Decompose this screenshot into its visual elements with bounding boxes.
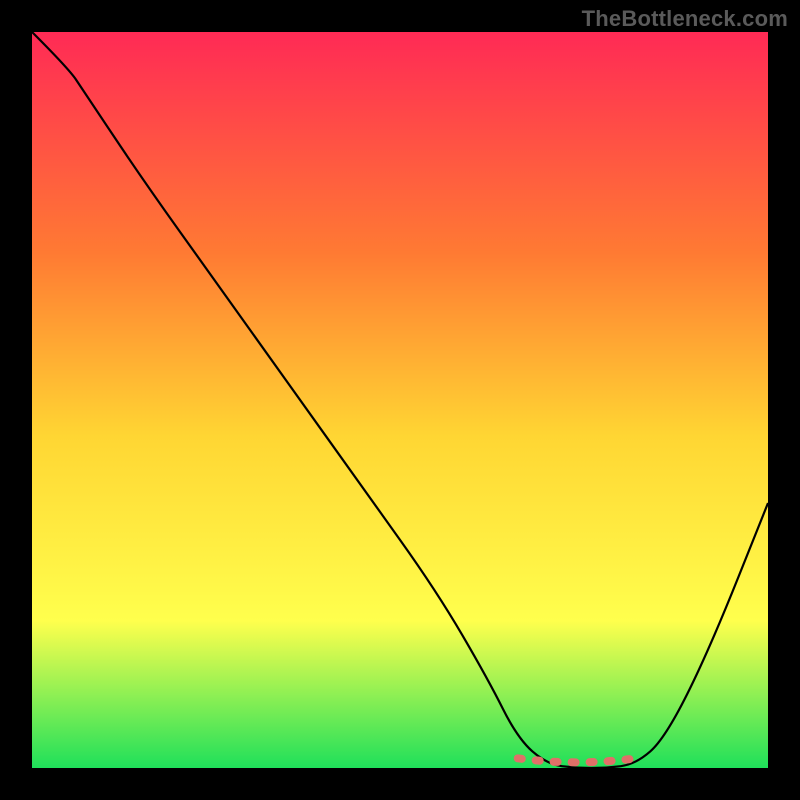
chart-frame: TheBottleneck.com [0, 0, 800, 800]
plot-area [32, 32, 768, 768]
gradient-background [32, 32, 768, 768]
bottleneck-chart [32, 32, 768, 768]
watermark-label: TheBottleneck.com [582, 6, 788, 32]
